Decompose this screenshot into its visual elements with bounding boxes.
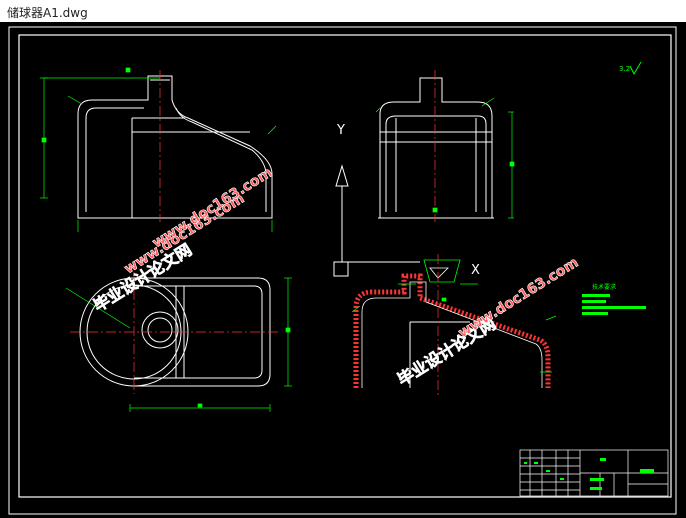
roughness-symbol: 3.2 [619, 61, 642, 76]
svg-text:3.2: 3.2 [619, 65, 630, 73]
svg-text:www.doc163.com: www.doc163.com [150, 165, 276, 252]
svg-text:Y: Y [336, 123, 345, 138]
section-view [353, 259, 551, 388]
tech-requirements: 技术要求 [582, 283, 646, 315]
side-view [378, 77, 494, 219]
window-titlebar: 储球器A1.dwg [0, 0, 686, 22]
ucs-icon: Y X [333, 123, 480, 278]
svg-text:技术要求: 技术要求 [592, 283, 616, 291]
title-block [519, 449, 669, 497]
watermark-3: www.doc163.com [149, 164, 276, 252]
window-title: 储球器A1.dwg [7, 6, 88, 20]
svg-text:X: X [471, 263, 480, 278]
cad-canvas[interactable]: 3.2 Y X 技术要求 毕业设计论文网 www.doc163.com 毕业设计… [0, 22, 686, 518]
drawing-svg: 3.2 Y X 技术要求 毕业设计论文网 www.doc163.com 毕业设计… [8, 26, 677, 515]
